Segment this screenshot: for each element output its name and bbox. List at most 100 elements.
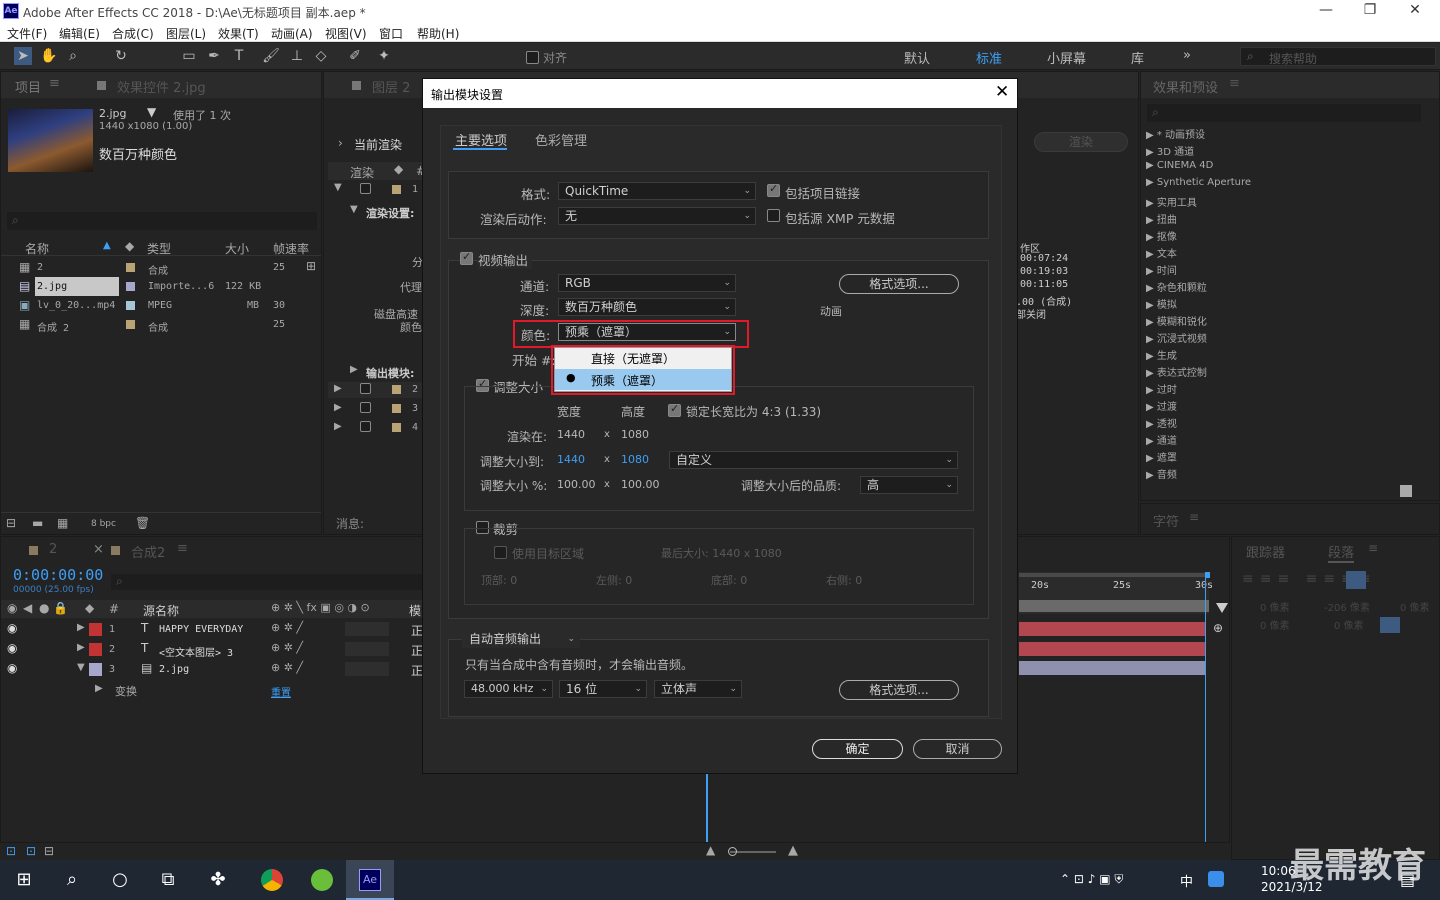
pinwheel-app-icon[interactable]: ✤ (194, 860, 242, 900)
direction-button[interactable] (1380, 617, 1400, 633)
workspace-standard[interactable]: 标准 (976, 48, 1002, 67)
effects-search-input[interactable]: ⌕ (1147, 104, 1421, 122)
tab-character[interactable]: 字符 (1153, 511, 1179, 530)
selection-tool-icon[interactable]: ➤ (14, 47, 32, 65)
effect-category-item[interactable]: ▶ 实用工具 (1146, 194, 1197, 209)
tab-project[interactable]: 项目 (15, 77, 41, 96)
resize-height-input[interactable]: 1080 (621, 453, 649, 466)
minimize-button[interactable]: — (1306, 2, 1346, 20)
label-swatch[interactable] (89, 643, 102, 656)
close-window-button[interactable]: ✕ (1395, 2, 1435, 20)
new-preset-icon[interactable] (1400, 485, 1412, 497)
layer-bar-1[interactable] (1019, 622, 1205, 636)
include-link-checkbox[interactable] (767, 182, 780, 197)
layer-name[interactable]: 2.jpg (159, 664, 189, 675)
menu-animation[interactable]: 动画(A) (271, 25, 313, 42)
eye-icon[interactable]: ◉ (7, 621, 17, 635)
layer-name[interactable]: <空文本图层> 3 (159, 644, 233, 659)
sample-rate-select[interactable]: 48.000 kHz ⌄ (464, 680, 553, 698)
format-select[interactable]: QuickTime ⌄ (558, 182, 756, 200)
effect-category-item[interactable]: ▶ CINEMA 4D (1146, 160, 1213, 171)
help-search-box[interactable]: ⌕ 搜索帮助 (1240, 47, 1436, 66)
zoom-tool-icon[interactable]: ⌕ (64, 47, 82, 65)
audio-format-options-button[interactable]: 格式选项... (839, 680, 959, 700)
cortana-icon[interactable]: ○ (96, 860, 144, 900)
quality-select[interactable]: 高 ⌄ (860, 476, 958, 494)
layer-bar-2[interactable] (1019, 642, 1205, 656)
channels-select[interactable]: 立体声 ⌄ (654, 680, 742, 698)
after-effects-taskbar-icon[interactable]: Ae (346, 860, 394, 900)
indent-left-value[interactable]: 0 像素 (1260, 599, 1290, 614)
delete-icon[interactable]: 🗑 (135, 516, 150, 530)
effect-category-item[interactable]: ▶ Synthetic Aperture (1146, 177, 1251, 188)
depth-select[interactable]: 数百万种颜色 ⌄ (558, 298, 736, 316)
rotate-tool-icon[interactable]: ↻ (112, 47, 130, 65)
panel-menu-icon[interactable]: ≡ (1229, 76, 1240, 91)
channel-select[interactable]: RGB ⌄ (558, 274, 736, 292)
close-tab-icon[interactable]: × (93, 542, 104, 557)
render-item-row[interactable]: ▶ 2 (328, 382, 424, 398)
text-tool-icon[interactable]: T (230, 47, 248, 65)
render-checkbox[interactable] (360, 383, 371, 394)
col-mode[interactable]: 模 (409, 602, 421, 619)
effect-category-item[interactable]: ▶ 表达式控制 (1146, 364, 1207, 379)
notification-icon[interactable]: ▤ (1400, 870, 1415, 889)
col-name[interactable]: 名称 (25, 240, 49, 257)
qq-icon[interactable] (1208, 871, 1224, 887)
cancel-button[interactable]: 取消 (913, 739, 1002, 759)
layer-switches[interactable]: ⊕ ✲ ╱ (271, 661, 303, 674)
crop-bottom[interactable]: 底部: 0 (711, 572, 747, 588)
menu-edit[interactable]: 编辑(E) (59, 25, 100, 42)
tab-tracker[interactable]: 跟踪器 (1246, 542, 1285, 561)
project-row[interactable]: ▣ lv_0_20...mp4 MPEG MB 30 (1, 296, 321, 315)
panel-menu-icon[interactable]: ≡ (49, 76, 60, 91)
menu-window[interactable]: 窗口 (379, 25, 403, 42)
percent-width[interactable]: 100.00 (557, 478, 596, 491)
render-item-row[interactable]: ▶ 4 (328, 420, 424, 436)
effect-category-item[interactable]: ▶ 遮罩 (1146, 449, 1177, 464)
layer-bar-3[interactable] (1019, 661, 1205, 675)
menu-composition[interactable]: 合成(C) (112, 25, 154, 42)
end-marker-icon[interactable] (1216, 603, 1228, 613)
indent-first-value[interactable]: -206 像素 (1324, 599, 1370, 614)
interpret-footage-icon[interactable]: ⊟ (6, 516, 16, 530)
indent-right-value[interactable]: 0 像素 (1400, 599, 1430, 614)
crop-top[interactable]: 顶部: 0 (481, 572, 517, 588)
green-app-icon[interactable] (298, 860, 346, 900)
pen-tool-icon[interactable]: ✒ (205, 47, 223, 65)
bit-depth-select[interactable]: 16 位 ⌄ (559, 680, 647, 698)
render-button[interactable]: 渲染 (1034, 132, 1128, 152)
reset-link[interactable]: 重置 (271, 684, 291, 699)
use-roi-checkbox[interactable] (494, 546, 507, 559)
dropdown-arrow-icon[interactable]: ▼ (147, 105, 156, 119)
layer-row[interactable]: ◉ ▼ 3 ▤ 2.jpg ⊕ ✲ ╱ 正 (1, 660, 423, 679)
dialog-close-icon[interactable]: ✕ (995, 82, 1009, 102)
render-checkbox[interactable] (360, 421, 371, 432)
expand-settings-icon[interactable]: ▼ (350, 204, 358, 215)
project-row[interactable]: ▦ 合成 2 合成 25 (1, 315, 321, 334)
rect-tool-icon[interactable]: ▭ (180, 47, 198, 65)
expand-icon[interactable]: › (338, 136, 343, 150)
flowchart-icon[interactable]: ⊞ (306, 259, 316, 273)
effect-category-item[interactable]: ▶ 文本 (1146, 245, 1177, 260)
space-after-value[interactable]: 0 像素 (1334, 617, 1364, 632)
tab-comp-2[interactable]: 2 (49, 542, 57, 557)
tab-paragraph[interactable]: 段落 (1328, 542, 1355, 563)
menu-effect[interactable]: 效果(T) (218, 25, 259, 42)
expand-icon[interactable]: ▶ (77, 642, 85, 653)
layer-name[interactable]: HAPPY EVERYDAY (159, 624, 243, 635)
tab-color-management[interactable]: 色彩管理 (535, 130, 587, 149)
effect-category-item[interactable]: ▶ 过渡 (1146, 398, 1177, 413)
col-size[interactable]: 大小 (225, 240, 249, 257)
playhead[interactable] (1205, 572, 1213, 842)
work-area-bar[interactable] (1019, 600, 1209, 612)
expand-icon[interactable]: ▼ (77, 662, 85, 673)
render-item-row[interactable]: ▼ 1 (328, 182, 424, 198)
effect-category-item[interactable]: ▶ 音频 (1146, 466, 1177, 481)
timecode[interactable]: 0:00:00:00 (13, 566, 103, 584)
color-select[interactable]: 预乘（遮罩） ⌄ (558, 323, 736, 341)
post-render-select[interactable]: 无 ⌄ (558, 207, 756, 225)
render-item-row[interactable]: ▶ 3 (328, 401, 424, 417)
render-checkbox[interactable] (360, 402, 371, 413)
effect-category-item[interactable]: ▶ 生成 (1146, 347, 1177, 362)
